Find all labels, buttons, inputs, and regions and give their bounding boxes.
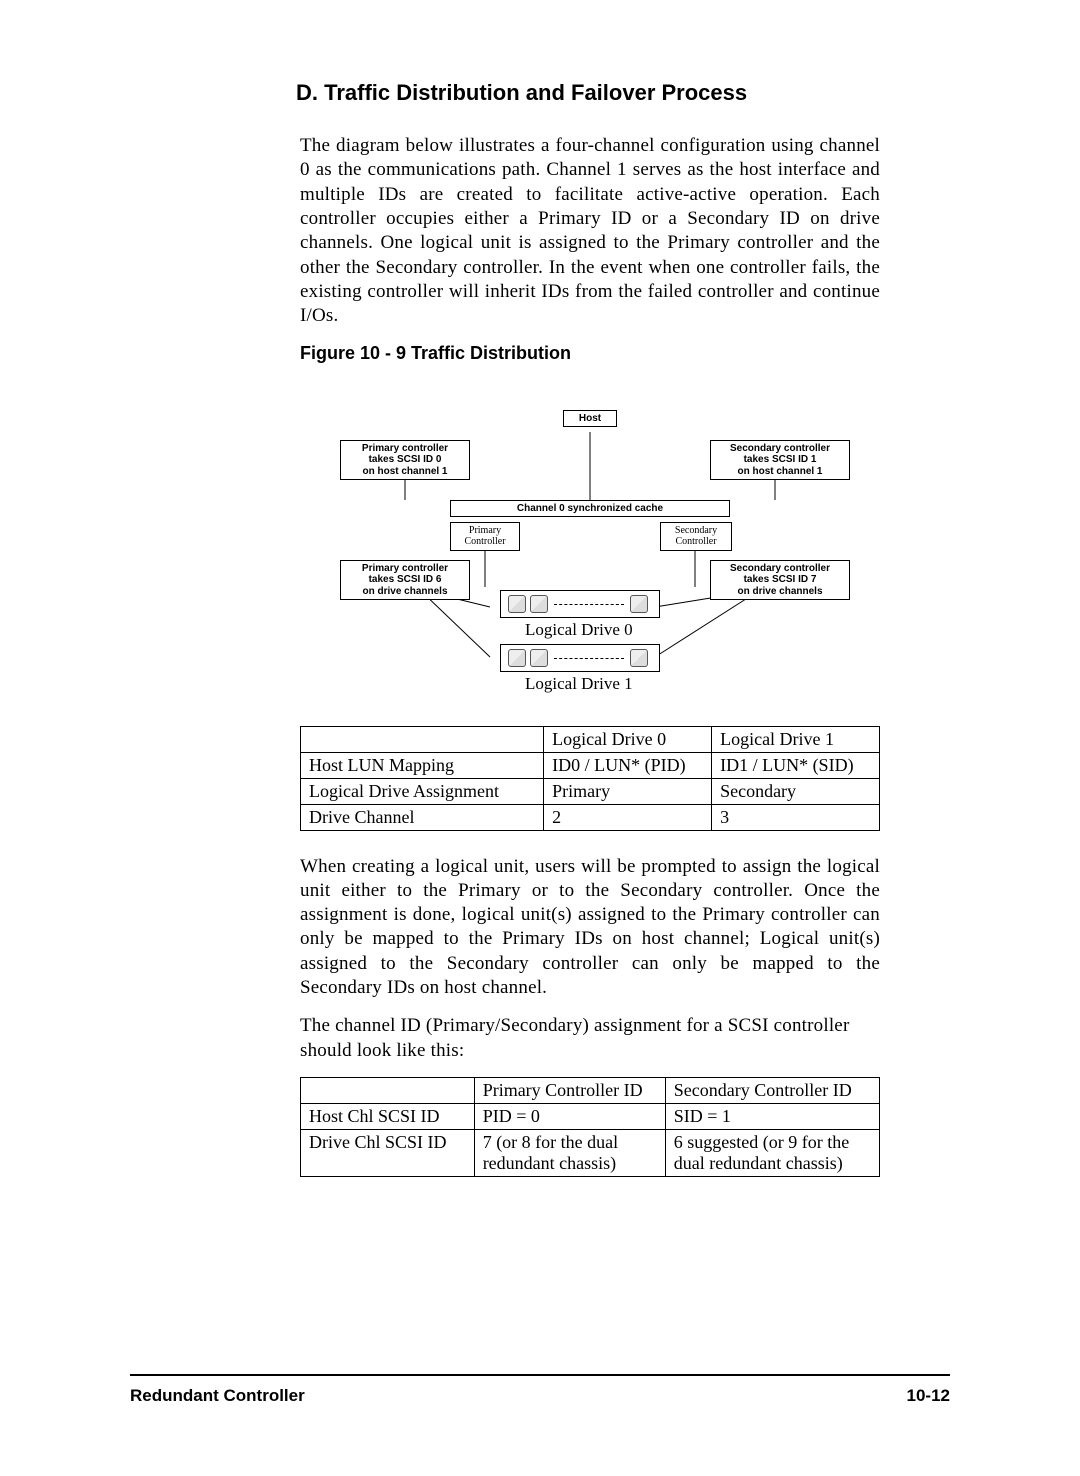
diagram-secondary-drive-note: Secondary controller takes SCSI ID 7 on … bbox=[710, 560, 850, 601]
table-cell: Logical Drive 0 bbox=[544, 726, 712, 752]
logical-drive-table: Logical Drive 0 Logical Drive 1 Host LUN… bbox=[300, 726, 880, 831]
channel-id-table: Primary Controller ID Secondary Controll… bbox=[300, 1077, 880, 1177]
table-cell: Drive Channel bbox=[301, 804, 544, 830]
diagram-ld1-label: Logical Drive 1 bbox=[525, 674, 633, 694]
section-heading: D. Traffic Distribution and Failover Pro… bbox=[296, 80, 880, 106]
disk-icon bbox=[530, 649, 548, 667]
diagram-primary-host-note: Primary controller takes SCSI ID 0 on ho… bbox=[340, 440, 470, 481]
table-cell: 2 bbox=[544, 804, 712, 830]
table-cell: Logical Drive 1 bbox=[712, 726, 880, 752]
table-cell: Primary bbox=[544, 778, 712, 804]
disk-icon bbox=[630, 595, 648, 613]
disk-icon bbox=[530, 595, 548, 613]
table-cell: ID1 / LUN* (SID) bbox=[712, 752, 880, 778]
table-cell bbox=[301, 1078, 475, 1104]
table-cell: 6 suggested (or 9 for the dual redundant… bbox=[665, 1130, 879, 1177]
diagram-host-box: Host bbox=[563, 410, 617, 428]
table-cell: Secondary bbox=[712, 778, 880, 804]
table-cell: SID = 1 bbox=[665, 1104, 879, 1130]
table-row: Primary Controller ID Secondary Controll… bbox=[301, 1078, 880, 1104]
table-cell: PID = 0 bbox=[474, 1104, 665, 1130]
intro-paragraph: The diagram below illustrates a four-cha… bbox=[300, 134, 880, 329]
table-cell: Secondary Controller ID bbox=[665, 1078, 879, 1104]
table-cell: Drive Chl SCSI ID bbox=[301, 1130, 475, 1177]
diagram-secondary-controller: Secondary Controller bbox=[660, 522, 732, 551]
figure-caption: Figure 10 - 9 Traffic Distribution bbox=[300, 343, 880, 364]
table-cell: 7 (or 8 for the dual redundant chassis) bbox=[474, 1130, 665, 1177]
diagram-dash bbox=[554, 604, 624, 605]
table-row: Host LUN Mapping ID0 / LUN* (PID) ID1 / … bbox=[301, 752, 880, 778]
table-cell: Host LUN Mapping bbox=[301, 752, 544, 778]
diagram-dash bbox=[554, 658, 624, 659]
diagram-sync-cache: Channel 0 synchronized cache bbox=[450, 500, 730, 518]
page: D. Traffic Distribution and Failover Pro… bbox=[0, 0, 1080, 1476]
traffic-diagram: Host Primary controller takes SCSI ID 0 … bbox=[310, 382, 870, 702]
diagram-ld0-label: Logical Drive 0 bbox=[525, 620, 633, 640]
table-row: Drive Chl SCSI ID 7 (or 8 for the dual r… bbox=[301, 1130, 880, 1177]
table-cell: 3 bbox=[712, 804, 880, 830]
disk-icon bbox=[508, 649, 526, 667]
table-row: Host Chl SCSI ID PID = 0 SID = 1 bbox=[301, 1104, 880, 1130]
body-paragraph: The channel ID (Primary/Secondary) assig… bbox=[300, 1014, 880, 1063]
body-paragraph: When creating a logical unit, users will… bbox=[300, 855, 880, 1001]
diagram-secondary-host-note: Secondary controller takes SCSI ID 1 on … bbox=[710, 440, 850, 481]
disk-icon bbox=[630, 649, 648, 667]
footer-page-number: 10-12 bbox=[907, 1386, 950, 1406]
diagram-primary-controller: Primary Controller bbox=[450, 522, 520, 551]
table-row: Logical Drive 0 Logical Drive 1 bbox=[301, 726, 880, 752]
diagram-primary-drive-note: Primary controller takes SCSI ID 6 on dr… bbox=[340, 560, 470, 601]
table-cell bbox=[301, 726, 544, 752]
table-cell: Host Chl SCSI ID bbox=[301, 1104, 475, 1130]
disk-icon bbox=[508, 595, 526, 613]
table-row: Logical Drive Assignment Primary Seconda… bbox=[301, 778, 880, 804]
footer-title: Redundant Controller bbox=[130, 1386, 305, 1406]
table-cell: Logical Drive Assignment bbox=[301, 778, 544, 804]
page-footer: Redundant Controller 10-12 bbox=[130, 1374, 950, 1406]
table-cell: Primary Controller ID bbox=[474, 1078, 665, 1104]
table-cell: ID0 / LUN* (PID) bbox=[544, 752, 712, 778]
table-row: Drive Channel 2 3 bbox=[301, 804, 880, 830]
